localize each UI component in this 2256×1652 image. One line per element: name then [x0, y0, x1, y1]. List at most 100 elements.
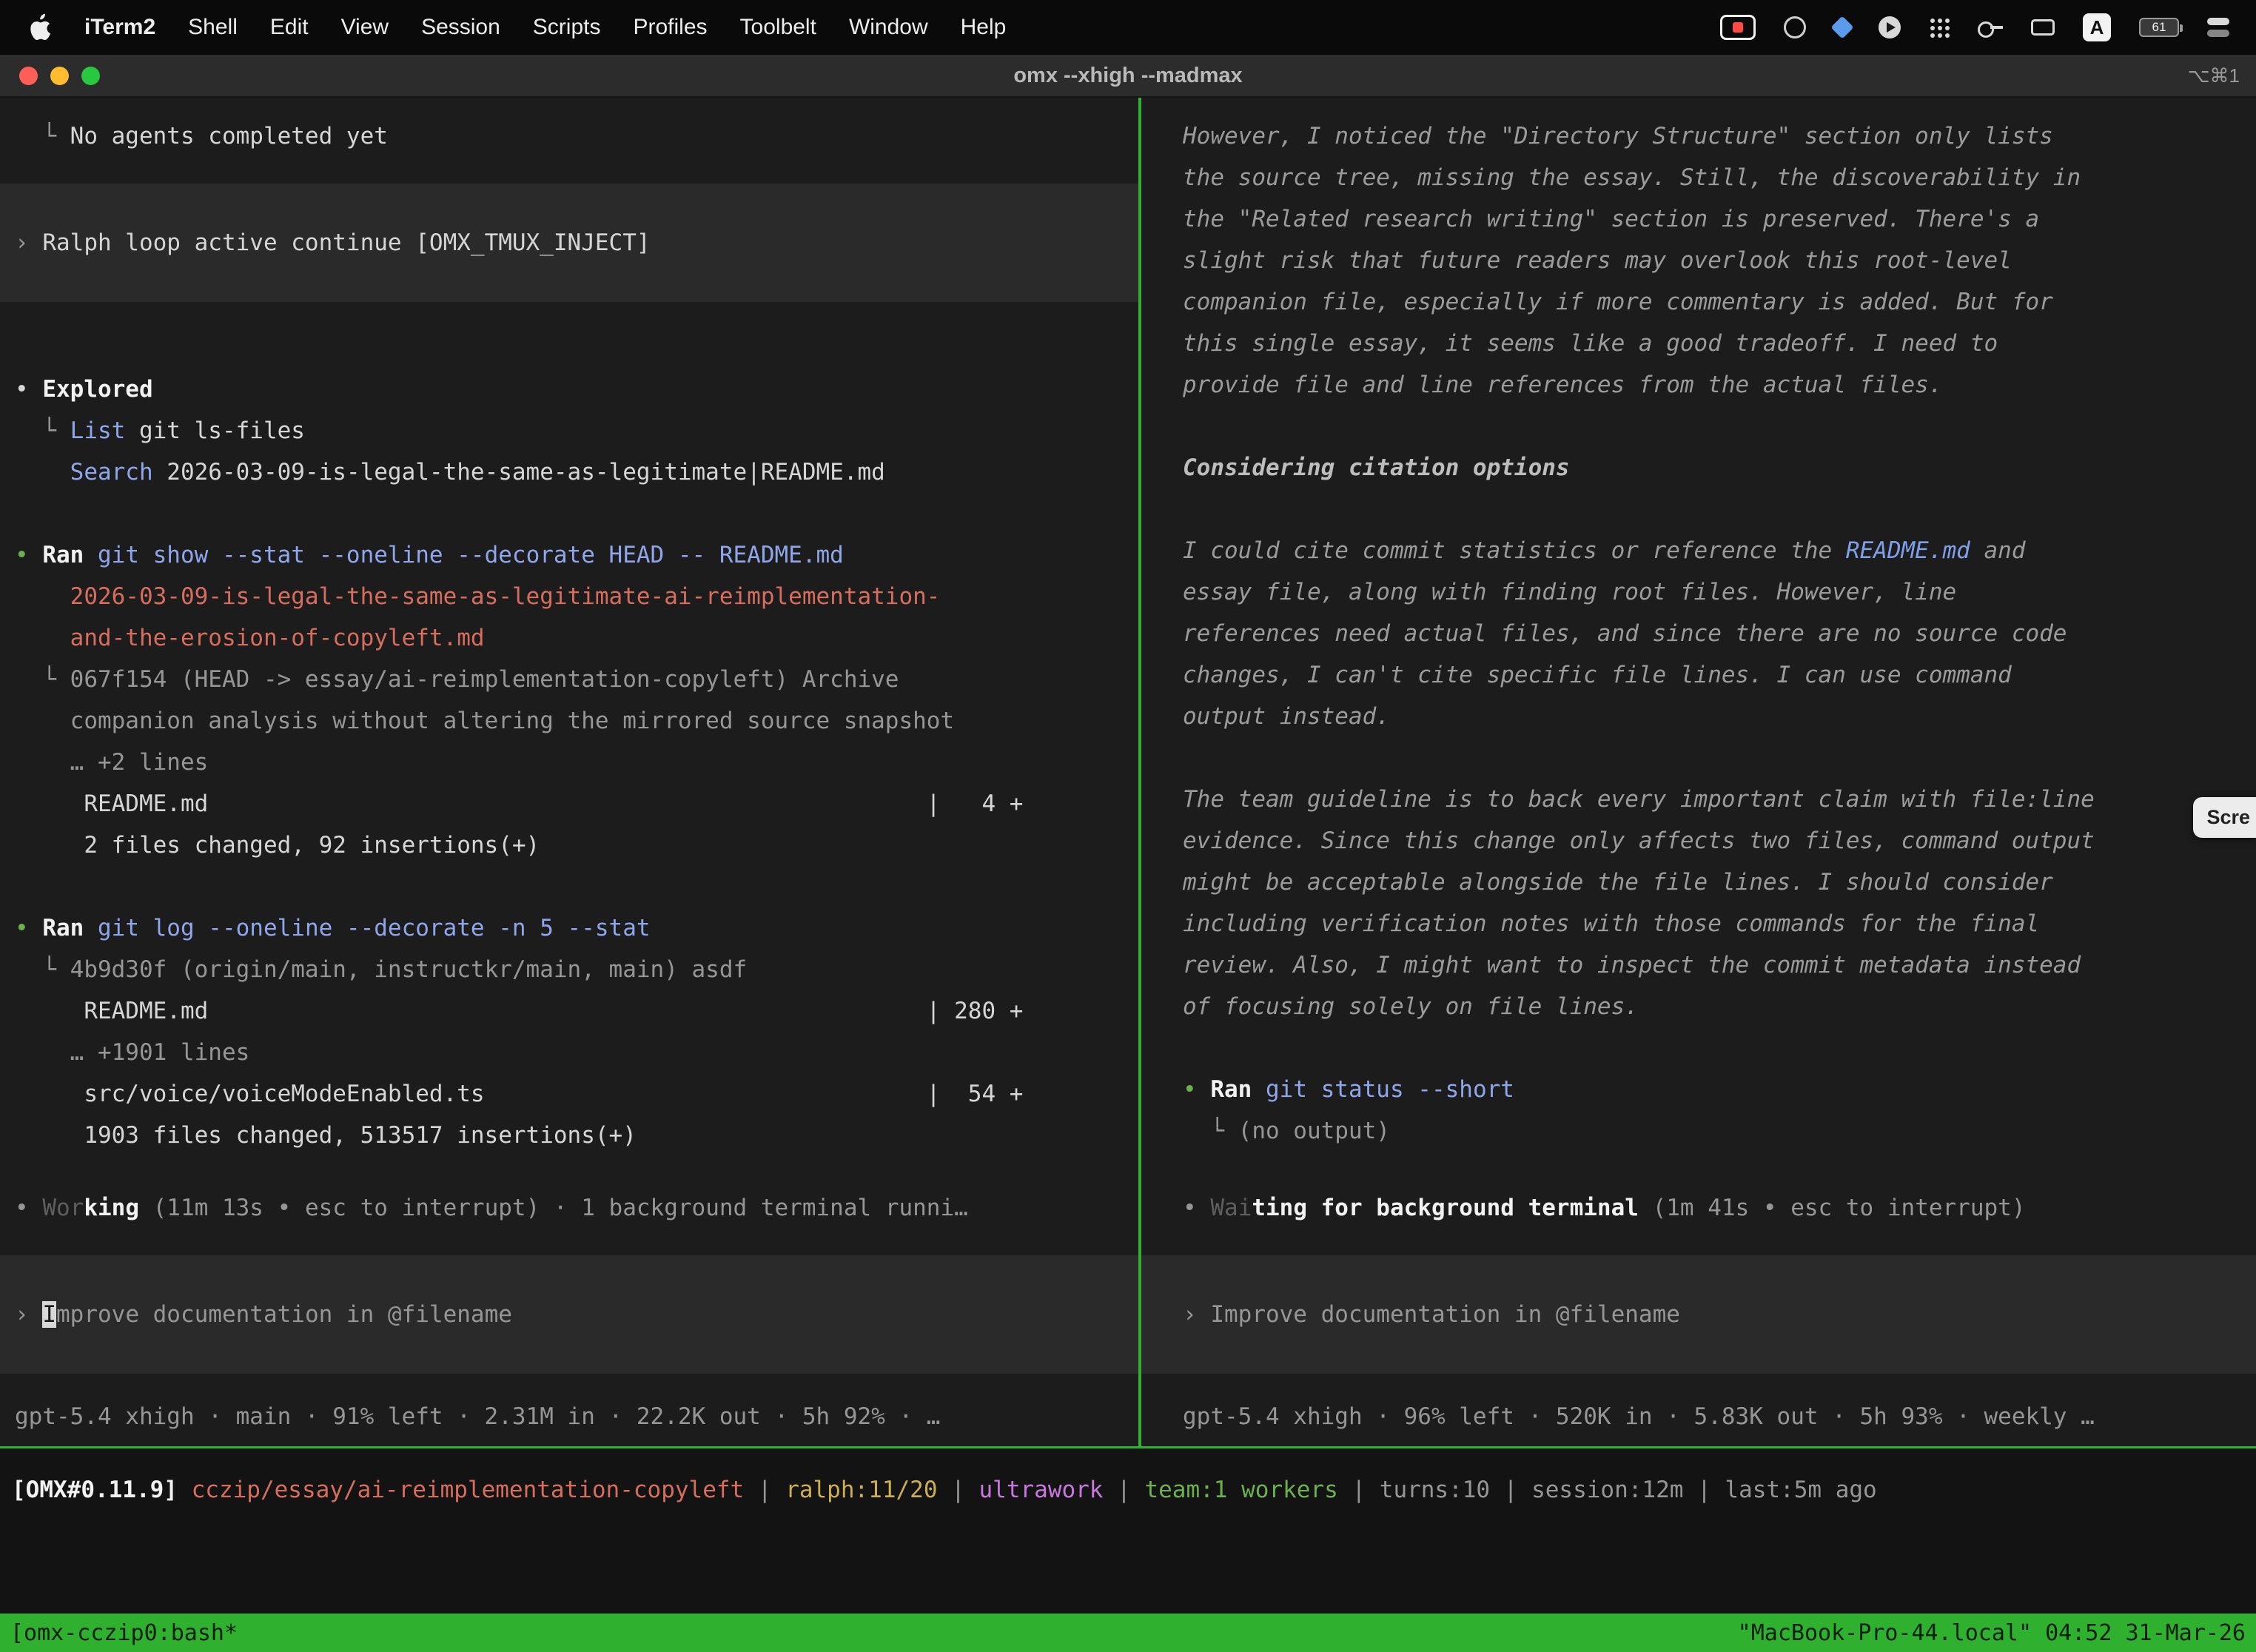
terminal-line: output instead. — [1141, 696, 2256, 737]
right-transcript: However, I noticed the "Directory Struct… — [1141, 115, 2256, 1152]
input-source-icon[interactable]: A — [2083, 13, 2111, 42]
apple-menu-icon[interactable] — [27, 13, 52, 42]
left-model-statusline: gpt-5.4 xhigh · main · 91% left · 2.31M … — [0, 1396, 1138, 1437]
terminal-line — [1141, 488, 2256, 530]
tmux-status-bar: [omx-cczip0:bash* "MacBook-Pro-44.local"… — [0, 1614, 2256, 1652]
media-app-icon[interactable] — [1879, 13, 1901, 42]
menu-item-help[interactable]: Help — [961, 15, 1007, 40]
terminal-line — [1141, 1027, 2256, 1069]
window-title-bar[interactable]: omx --xhigh --madmax ⌥⌘1 — [0, 55, 2256, 98]
tmux-host-clock: "MacBook-Pro-44.local" 04:52 31-Mar-26 — [1738, 1620, 2246, 1646]
terminal-line: • Working (11m 13s • esc to interrupt) ·… — [0, 1187, 1138, 1229]
terminal-line: might be acceptable alongside the file l… — [1141, 862, 2256, 903]
terminal-line: src/voice/voiceModeEnabled.ts | 54 + — [0, 1073, 1138, 1115]
window-tab-shortcut: ⌥⌘1 — [2188, 64, 2240, 87]
terminal-line: and-the-erosion-of-copyleft.md — [0, 617, 1138, 659]
menu-item-iterm2[interactable]: iTerm2 — [84, 15, 155, 40]
terminal-line: 2 files changed, 92 insertions(+) — [0, 825, 1138, 866]
bottom-spacer — [0, 1511, 2256, 1614]
terminal-line: essay file, along with finding root file… — [1141, 571, 2256, 613]
battery-icon[interactable]: 61 — [2139, 13, 2179, 42]
terminal-line: └ List git ls-files — [0, 410, 1138, 451]
terminal-line — [1141, 406, 2256, 447]
terminal-line: └ No agents completed yet — [0, 115, 1138, 157]
terminal-line: evidence. Since this change only affects… — [1141, 820, 2256, 862]
terminal-line: including verification notes with those … — [1141, 903, 2256, 944]
fullscreen-button[interactable] — [81, 67, 100, 85]
terminal-line: › Improve documentation in @filename — [1141, 1301, 1680, 1328]
terminal-line: However, I noticed the "Directory Struct… — [1141, 115, 2256, 157]
terminal-line — [0, 866, 1138, 907]
screen-recording-indicator-icon[interactable] — [1720, 13, 1756, 42]
tmux-session-label: [omx-cczip0:bash* — [10, 1620, 238, 1646]
terminal-line: changes, I can't cite specific file line… — [1141, 654, 2256, 696]
terminal-line: slight risk that future readers may over… — [1141, 240, 2256, 281]
terminal-line: README.md | 280 + — [0, 990, 1138, 1032]
terminal-line: └ (no output) — [1141, 1110, 2256, 1152]
terminal-line: companion file, especially if more comme… — [1141, 281, 2256, 323]
terminal-line: • Ran git status --short — [1141, 1069, 2256, 1110]
terminal-line: the "Related research writing" section i… — [1141, 198, 2256, 240]
terminal-line: companion analysis without altering the … — [0, 700, 1138, 742]
control-center-icon[interactable] — [2207, 13, 2229, 42]
terminal-line — [0, 493, 1138, 534]
terminal-line: README.md | 4 + — [0, 783, 1138, 825]
apps-grid-icon[interactable] — [1929, 13, 1950, 42]
menu-item-scripts[interactable]: Scripts — [533, 15, 601, 40]
right-model-statusline: gpt-5.4 xhigh · 96% left · 520K in · 5.8… — [1141, 1396, 2256, 1437]
terminal-line: provide file and line references from th… — [1141, 364, 2256, 406]
menu-item-view[interactable]: View — [341, 15, 389, 40]
right-pane-footer: • Waiting for background terminal (1m 41… — [1141, 1187, 2256, 1446]
terminal-line: gpt-5.4 xhigh · main · 91% left · 2.31M … — [0, 1396, 1138, 1437]
left-top-lines: └ No agents completed yet — [0, 115, 1138, 157]
right-agent-pane[interactable]: However, I noticed the "Directory Struct… — [1141, 98, 2256, 1446]
omx-status-line: [OMX#0.11.9] cczip/essay/ai-reimplementa… — [0, 1448, 2256, 1511]
menu-item-shell[interactable]: Shell — [188, 15, 238, 40]
terminal-line: └ 4b9d30f (origin/main, instructkr/main,… — [0, 949, 1138, 990]
menu-item-session[interactable]: Session — [421, 15, 500, 40]
terminal-line: › Ralph loop active continue [OMX_TMUX_I… — [0, 229, 651, 256]
terminal-line: 1903 files changed, 513517 insertions(+) — [0, 1115, 1138, 1156]
right-prompt-input[interactable]: › Improve documentation in @filename — [1141, 1255, 2256, 1374]
left-activity-status: • Working (11m 13s • esc to interrupt) ·… — [0, 1187, 1138, 1229]
left-agent-pane[interactable]: └ No agents completed yet › Ralph loop a… — [0, 98, 1138, 1446]
terminal-line: … +2 lines — [0, 742, 1138, 783]
terminal-line: of focusing solely on file lines. — [1141, 986, 2256, 1027]
screen-share-tab[interactable]: Scre — [2193, 797, 2256, 838]
passwords-key-icon[interactable] — [1978, 13, 2003, 42]
macos-menu-bar: iTerm2 Shell Edit View Session Scripts P… — [0, 0, 2256, 55]
terminal-line: └ 067f154 (HEAD -> essay/ai-reimplementa… — [0, 659, 1138, 700]
terminal-line: • Explored — [0, 369, 1138, 410]
left-pane-footer: • Working (11m 13s • esc to interrupt) ·… — [0, 1187, 1138, 1446]
menu-status-icons: A 61 — [1720, 13, 2229, 42]
traffic-lights — [19, 55, 100, 96]
close-button[interactable] — [19, 67, 38, 85]
terminal-line: › Improve documentation in @filename — [0, 1301, 512, 1328]
terminal-line: gpt-5.4 xhigh · 96% left · 520K in · 5.8… — [1141, 1396, 2256, 1437]
left-transcript: • Explored └ List git ls-files Search 20… — [0, 369, 1138, 1156]
terminal-line: Considering citation options — [1141, 447, 2256, 488]
terminal-line: • Ran git show --stat --oneline --decora… — [0, 534, 1138, 576]
menu-item-profiles[interactable]: Profiles — [633, 15, 707, 40]
terminal-line: this single essay, it seems like a good … — [1141, 323, 2256, 364]
terminal-line: [OMX#0.11.9] cczip/essay/ai-reimplementa… — [0, 1469, 2256, 1511]
browser-icon[interactable] — [1784, 13, 1806, 42]
terminal-line: references need actual files, and since … — [1141, 613, 2256, 654]
menu-left: iTerm2 Shell Edit View Session Scripts P… — [27, 13, 1006, 42]
terminal-line: • Waiting for background terminal (1m 41… — [1141, 1187, 2256, 1229]
window-title: omx --xhigh --madmax — [1013, 64, 1242, 88]
terminal-line: … +1901 lines — [0, 1032, 1138, 1073]
menu-item-edit[interactable]: Edit — [270, 15, 309, 40]
raycast-icon[interactable] — [1834, 13, 1850, 42]
terminal-line: Search 2026-03-09-is-legal-the-same-as-l… — [0, 451, 1138, 493]
menu-item-toolbelt[interactable]: Toolbelt — [740, 15, 816, 40]
minimize-button[interactable] — [50, 67, 69, 85]
menu-item-window[interactable]: Window — [849, 15, 928, 40]
terminal-area: └ No agents completed yet › Ralph loop a… — [0, 98, 2256, 1446]
terminal-line: 2026-03-09-is-legal-the-same-as-legitima… — [0, 576, 1138, 617]
ralph-loop-banner: › Ralph loop active continue [OMX_TMUX_I… — [0, 184, 1138, 302]
camera-icon[interactable] — [2031, 13, 2055, 42]
right-activity-status: • Waiting for background terminal (1m 41… — [1141, 1187, 2256, 1229]
terminal-line: The team guideline is to back every impo… — [1141, 779, 2256, 820]
left-prompt-input[interactable]: › Improve documentation in @filename — [0, 1255, 1138, 1374]
